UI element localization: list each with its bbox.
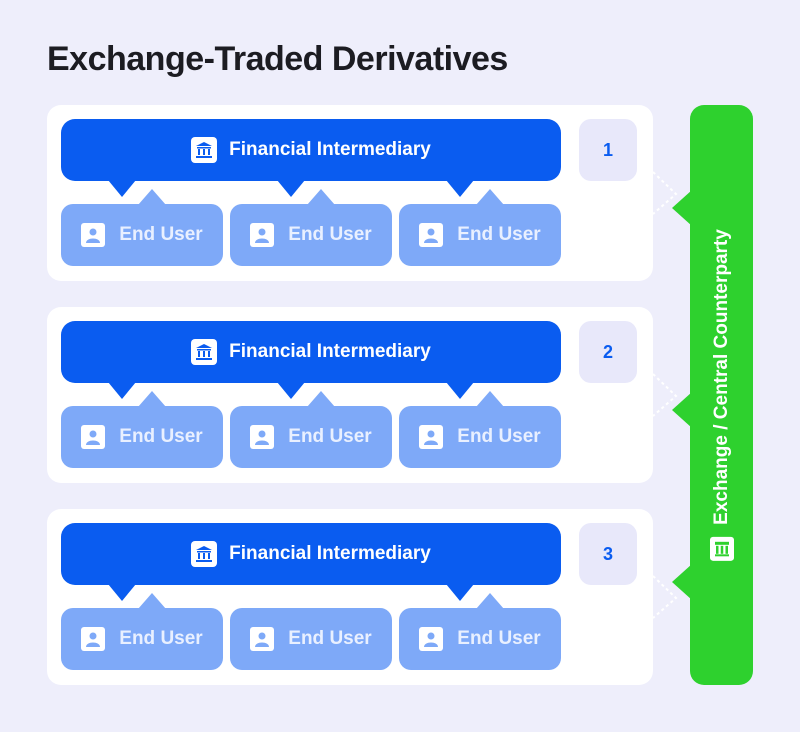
end-user-label: End User (457, 628, 541, 649)
counterparty-pointer (672, 564, 692, 600)
user-icon (81, 223, 106, 247)
end-user-box: End User (399, 406, 561, 468)
end-user-box: End User (61, 608, 223, 670)
exchange-counterparty-bar: Exchange / Central Counterparty (690, 105, 753, 685)
exchange-building-icon (709, 536, 734, 561)
intermediary-group-2: Financial Intermediary 2 End User End Us… (47, 307, 653, 483)
user-icon (419, 425, 444, 449)
end-user-box: End User (399, 608, 561, 670)
end-user-box: End User (230, 204, 392, 266)
user-icon (81, 425, 106, 449)
group-number-badge: 2 (579, 321, 637, 383)
end-user-box: End User (399, 204, 561, 266)
counterparty-link (652, 171, 678, 215)
counterparty-pointers (672, 190, 692, 600)
end-user-label: End User (457, 224, 541, 245)
intermediary-group-3: Financial Intermediary 3 End User End Us… (47, 509, 653, 685)
counterparty-pointer (672, 392, 692, 428)
group-number-badge: 1 (579, 119, 637, 181)
end-user-box: End User (61, 204, 223, 266)
bank-icon (191, 137, 218, 163)
end-user-label: End User (288, 426, 372, 447)
end-user-box: End User (230, 406, 392, 468)
end-user-box: End User (61, 406, 223, 468)
end-user-label: End User (119, 426, 203, 447)
financial-intermediary-label: Financial Intermediary (229, 543, 431, 564)
bank-icon (191, 339, 218, 365)
counterparty-links (652, 171, 678, 619)
intermediary-group-1: Financial Intermediary 1 End User End Us… (47, 105, 653, 281)
user-icon (250, 223, 275, 247)
counterparty-label: Exchange / Central Counterparty (710, 229, 732, 525)
counterparty-link (652, 575, 678, 619)
end-user-label: End User (457, 426, 541, 447)
bank-icon (191, 541, 218, 567)
end-user-label: End User (119, 628, 203, 649)
financial-intermediary-label: Financial Intermediary (229, 341, 431, 362)
financial-intermediary-box: Financial Intermediary (61, 523, 561, 585)
user-icon (419, 223, 444, 247)
end-user-label: End User (288, 224, 372, 245)
counterparty-link (652, 373, 678, 417)
end-user-label: End User (288, 628, 372, 649)
end-user-label: End User (119, 224, 203, 245)
page-title: Exchange-Traded Derivatives (47, 40, 508, 78)
end-user-box: End User (230, 608, 392, 670)
counterparty-pointer (672, 190, 692, 226)
financial-intermediary-label: Financial Intermediary (229, 139, 431, 160)
user-icon (250, 425, 275, 449)
user-icon (81, 627, 106, 651)
financial-intermediary-box: Financial Intermediary (61, 119, 561, 181)
group-number-badge: 3 (579, 523, 637, 585)
financial-intermediary-box: Financial Intermediary (61, 321, 561, 383)
user-icon (250, 627, 275, 651)
user-icon (419, 627, 444, 651)
